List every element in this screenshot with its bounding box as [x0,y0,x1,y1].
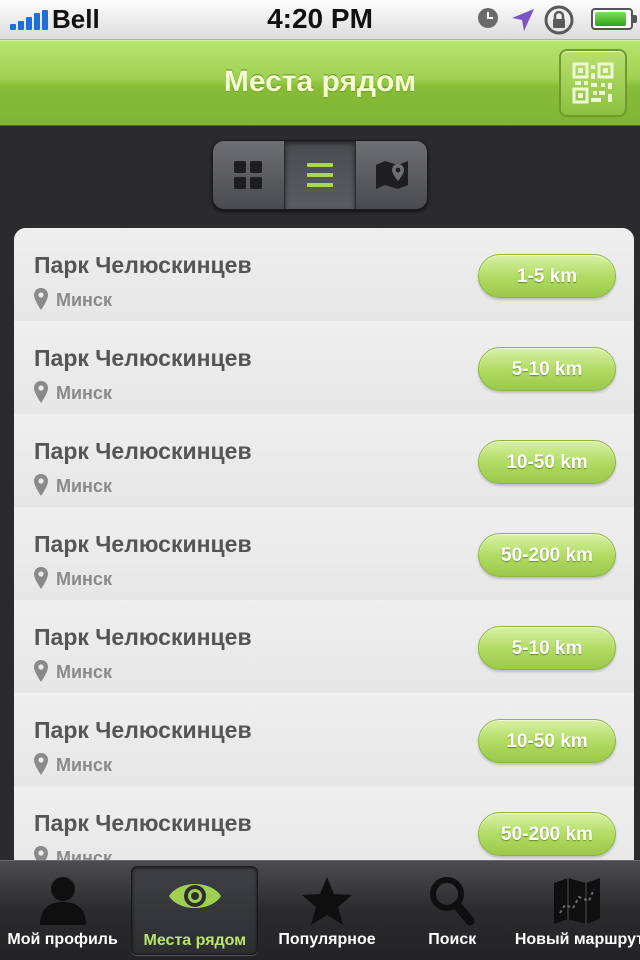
distance-badge[interactable]: 1-5 km [478,254,616,298]
tab-search[interactable]: Поиск [390,861,515,960]
distance-badge[interactable]: 10-50 km [478,719,616,763]
tab-label: Поиск [428,931,477,948]
eye-icon [168,884,221,908]
list-item[interactable]: Парк Челюскинцев Минск 50-200 km [14,507,634,601]
view-mode-switcher [212,140,428,210]
rotation-lock-icon [544,5,574,35]
navigation-bar: Места рядом [0,40,640,126]
list-item[interactable]: Парк Челюскинцев Минск 50-200 km [14,786,634,868]
tab-label: Мой профиль [7,931,118,948]
places-list: Парк Челюскинцев Минск 1-5 km Парк Челюскин… [14,228,634,868]
tab-label: Места рядом [143,932,247,949]
tab-places-nearby[interactable]: Места рядом [131,866,259,955]
place-name: Парк Челюскинцев [34,624,252,650]
place-name: Парк Челюскинцев [34,345,252,371]
list-item[interactable]: Парк Челюскинцев Минск 5-10 km [14,600,634,694]
place-city: Минск [56,476,112,496]
distance-badge[interactable]: 50-200 km [478,812,616,856]
battery-icon [591,8,637,30]
list-item[interactable]: Парк Челюскинцев Минск 1-5 km [14,228,634,322]
tab-my-profile[interactable]: Мой профиль [0,861,125,960]
place-name: Парк Челюскинцев [34,531,252,557]
alarm-icon [478,8,498,28]
tab-bar: Мой профиль Места рядом Популярное Поиск… [0,860,640,960]
location-pin-icon [34,753,48,775]
map-icon [375,161,408,189]
map-view-button[interactable] [356,141,427,209]
tab-label: Популярное [278,931,376,948]
route-map-icon [554,878,601,924]
status-bar: Bell 4:20 PM [0,0,640,40]
list-icon [307,163,333,187]
place-name: Парк Челюскинцев [34,252,252,278]
place-city: Минск [56,290,112,310]
grid-view-button[interactable] [213,141,285,209]
place-city: Минск [56,569,112,589]
distance-badge[interactable]: 5-10 km [478,626,616,670]
list-item[interactable]: Парк Челюскинцев Минск 10-50 km [14,414,634,508]
place-city: Минск [56,755,112,775]
distance-badge[interactable]: 50-200 km [478,533,616,577]
qr-scan-button[interactable] [559,49,627,117]
place-city: Минск [56,662,112,682]
tab-new-route[interactable]: Новый маршрут [515,861,640,960]
list-item[interactable]: Парк Челюскинцев Минск 10-50 km [14,693,634,787]
place-name: Парк Челюскинцев [34,438,252,464]
location-pin-icon [34,474,48,496]
search-icon [430,877,475,926]
place-city: Минск [56,383,112,403]
list-view-button[interactable] [284,141,357,209]
location-pin-icon [34,288,48,310]
place-name: Парк Челюскинцев [34,810,252,836]
tab-popular[interactable]: Популярное [264,861,389,960]
tab-label: Новый маршрут [514,931,640,948]
qr-code-icon [572,62,614,104]
location-arrow-icon [512,9,534,31]
location-pin-icon [34,660,48,682]
star-icon [302,877,352,925]
location-pin-icon [34,381,48,403]
distance-badge[interactable]: 10-50 km [478,440,616,484]
profile-icon [39,877,86,925]
page-title: Места рядом [223,65,417,98]
grid-icon [234,161,263,189]
distance-badge[interactable]: 5-10 km [478,347,616,391]
place-name: Парк Челюскинцев [34,717,252,743]
location-pin-icon [34,567,48,589]
list-item[interactable]: Парк Челюскинцев Минск 5-10 km [14,321,634,415]
